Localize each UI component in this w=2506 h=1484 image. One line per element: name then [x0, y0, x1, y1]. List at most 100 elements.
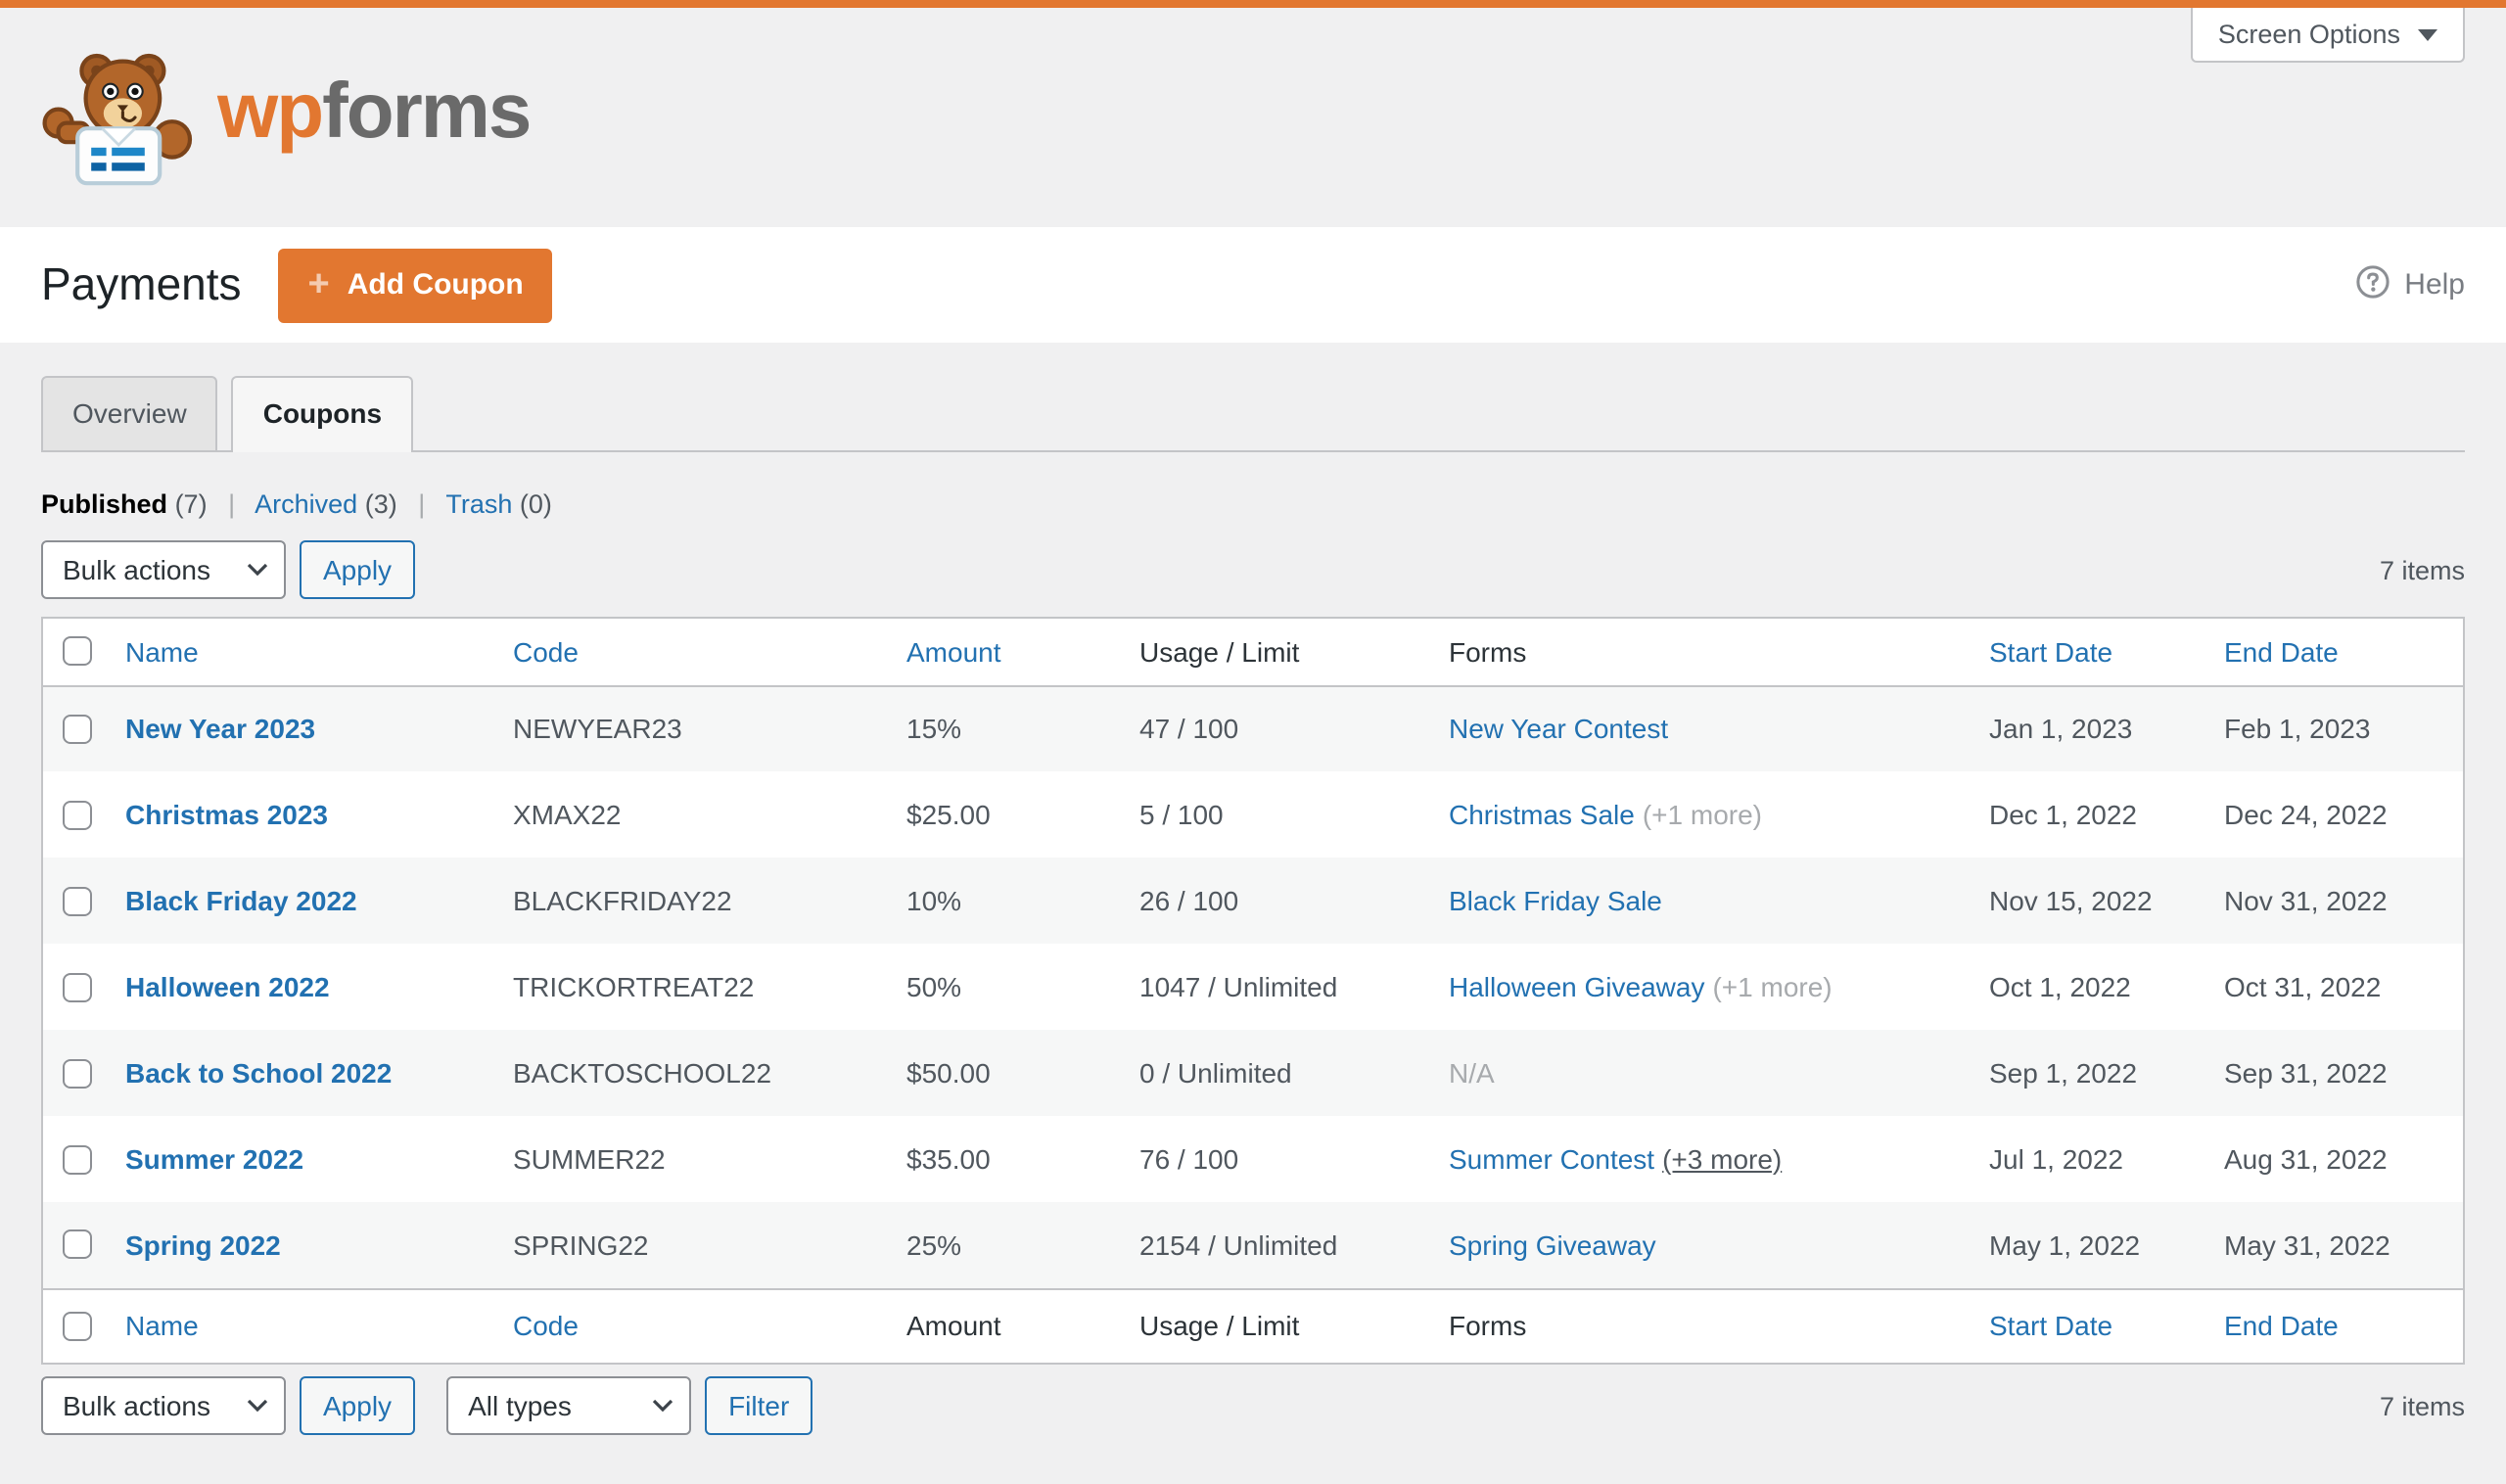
coupon-name-link[interactable]: Halloween 2022 — [125, 971, 330, 1002]
end-date: Dec 24, 2022 — [2224, 799, 2388, 830]
sort-start-date-header[interactable]: Start Date — [1989, 636, 2112, 668]
forms-header: Forms — [1449, 635, 1527, 668]
form-link[interactable]: New Year Contest — [1449, 714, 1668, 745]
amount-header: Amount — [906, 1310, 1001, 1342]
separator: | — [228, 489, 236, 519]
coupon-name-link[interactable]: New Year 2023 — [125, 714, 315, 745]
row-checkbox[interactable] — [63, 1144, 92, 1174]
screen-options-label: Screen Options — [2217, 20, 2400, 49]
bulk-actions-select[interactable]: Bulk actions — [41, 540, 286, 599]
form-link[interactable]: Summer Contest — [1449, 1143, 1654, 1175]
row-checkbox[interactable] — [63, 1229, 92, 1260]
table-row: Summer 2022 SUMMER22 $35.00 76 / 100 Sum… — [43, 1116, 2463, 1202]
coupon-amount: 15% — [906, 713, 962, 745]
coupon-usage: 76 / 100 — [1139, 1143, 1239, 1175]
sort-start-date-header[interactable]: Start Date — [1989, 1311, 2112, 1342]
row-checkbox[interactable] — [63, 714, 92, 744]
view-trash-link[interactable]: Trash — [445, 489, 512, 519]
sort-end-date-header[interactable]: End Date — [2224, 636, 2339, 668]
end-date: Nov 31, 2022 — [2224, 885, 2388, 916]
type-filter-select[interactable]: All types — [446, 1376, 692, 1435]
coupon-amount: 50% — [906, 971, 962, 1002]
screen-options-button[interactable]: Screen Options — [2190, 8, 2465, 63]
tab-coupons[interactable]: Coupons — [231, 376, 414, 452]
sort-code-header[interactable]: Code — [513, 636, 579, 668]
separator: | — [418, 489, 426, 519]
row-checkbox[interactable] — [63, 1058, 92, 1088]
type-filter-select-wrapper: All types — [446, 1376, 692, 1435]
form-link[interactable]: Black Friday Sale — [1449, 885, 1662, 916]
help-button[interactable]: Help — [2355, 263, 2465, 306]
coupon-amount: $25.00 — [906, 799, 991, 830]
help-icon — [2355, 263, 2390, 306]
usage-limit-header: Usage / Limit — [1139, 1310, 1300, 1342]
start-date: Dec 1, 2022 — [1989, 799, 2137, 830]
table-row: Spring 2022 SPRING22 25% 2154 / Unlimite… — [43, 1202, 2463, 1288]
start-date: Nov 15, 2022 — [1989, 885, 2153, 916]
select-all-checkbox[interactable] — [63, 1311, 92, 1341]
bulk-actions-select-wrapper: Bulk actions — [41, 1376, 286, 1435]
apply-button[interactable]: Apply — [300, 540, 416, 599]
bulk-actions-select[interactable]: Bulk actions — [41, 1376, 286, 1435]
add-coupon-label: Add Coupon — [347, 268, 524, 301]
wpforms-logo: wpforms — [39, 49, 532, 186]
add-coupon-button[interactable]: + Add Coupon — [278, 248, 553, 322]
coupon-code: TRICKORTREAT22 — [513, 971, 755, 1002]
sort-code-header[interactable]: Code — [513, 1311, 579, 1342]
start-date: Oct 1, 2022 — [1989, 971, 2131, 1002]
table-header-row: Name Code Amount Usage / Limit Forms Sta… — [43, 619, 2463, 686]
row-checkbox[interactable] — [63, 972, 92, 1001]
coupon-name-link[interactable]: Spring 2022 — [125, 1229, 281, 1261]
coupon-name-link[interactable]: Back to School 2022 — [125, 1057, 392, 1089]
page-header: Payments + Add Coupon Help — [0, 227, 2506, 343]
coupon-usage: 0 / Unlimited — [1139, 1057, 1292, 1089]
view-published-link[interactable]: Published — [41, 489, 167, 519]
start-date: Sep 1, 2022 — [1989, 1057, 2138, 1089]
view-archived-link[interactable]: Archived — [255, 489, 357, 519]
form-link[interactable]: Christmas Sale — [1449, 799, 1635, 830]
coupon-amount: 25% — [906, 1229, 962, 1261]
table-row: Back to School 2022 BACKTOSCHOOL22 $50.0… — [43, 1030, 2463, 1116]
coupon-name-link[interactable]: Christmas 2023 — [125, 799, 328, 830]
more-forms-note: (+1 more) — [1712, 971, 1833, 1002]
wpforms-wordmark: wpforms — [217, 69, 532, 155]
table-row: Halloween 2022 TRICKORTREAT22 50% 1047 /… — [43, 944, 2463, 1030]
coupon-amount: $50.00 — [906, 1057, 991, 1089]
table-footer-row: Name Code Amount Usage / Limit Forms Sta… — [43, 1287, 2463, 1363]
end-date: Feb 1, 2023 — [2224, 713, 2371, 745]
sort-end-date-header[interactable]: End Date — [2224, 1311, 2339, 1342]
coupons-table: Name Code Amount Usage / Limit Forms Sta… — [41, 617, 2465, 1365]
forms-not-applicable: N/A — [1449, 1057, 1495, 1089]
tab-overview[interactable]: Overview — [41, 376, 218, 452]
coupon-usage: 5 / 100 — [1139, 799, 1224, 830]
wpforms-bear-mascot-icon — [39, 49, 204, 186]
sort-name-header[interactable]: Name — [125, 636, 199, 668]
end-date: Sep 31, 2022 — [2224, 1057, 2388, 1089]
sort-name-header[interactable]: Name — [125, 1311, 199, 1342]
logo-band: wpforms — [0, 8, 2506, 227]
usage-limit-header: Usage / Limit — [1139, 635, 1300, 668]
row-checkbox[interactable] — [63, 886, 92, 915]
row-checkbox[interactable] — [63, 800, 92, 829]
view-archived-count: (3) — [364, 489, 397, 519]
filter-button[interactable]: Filter — [705, 1376, 813, 1435]
form-link[interactable]: Halloween Giveaway — [1449, 971, 1704, 1002]
table-row: Black Friday 2022 BLACKFRIDAY22 10% 26 /… — [43, 858, 2463, 944]
coupon-amount: 10% — [906, 885, 962, 916]
page-title: Payments — [41, 258, 242, 309]
payments-tabs: Overview Coupons — [41, 376, 2465, 452]
sort-amount-header[interactable]: Amount — [906, 636, 1001, 668]
coupon-code: SPRING22 — [513, 1229, 649, 1261]
more-forms-link[interactable]: (+3 more) — [1662, 1143, 1782, 1175]
coupon-usage: 47 / 100 — [1139, 713, 1239, 745]
coupon-name-link[interactable]: Summer 2022 — [125, 1143, 303, 1175]
view-filter-links: Published (7) | Archived (3) | Trash (0) — [41, 489, 2465, 519]
form-link[interactable]: Spring Giveaway — [1449, 1229, 1656, 1261]
select-all-checkbox[interactable] — [63, 636, 92, 667]
more-forms-note: (+1 more) — [1642, 799, 1762, 830]
top-toolbar: Bulk actions Apply 7 items — [41, 540, 2465, 599]
apply-button[interactable]: Apply — [300, 1376, 416, 1435]
coupon-name-link[interactable]: Black Friday 2022 — [125, 885, 357, 916]
view-trash-count: (0) — [519, 489, 552, 519]
coupon-amount: $35.00 — [906, 1143, 991, 1175]
